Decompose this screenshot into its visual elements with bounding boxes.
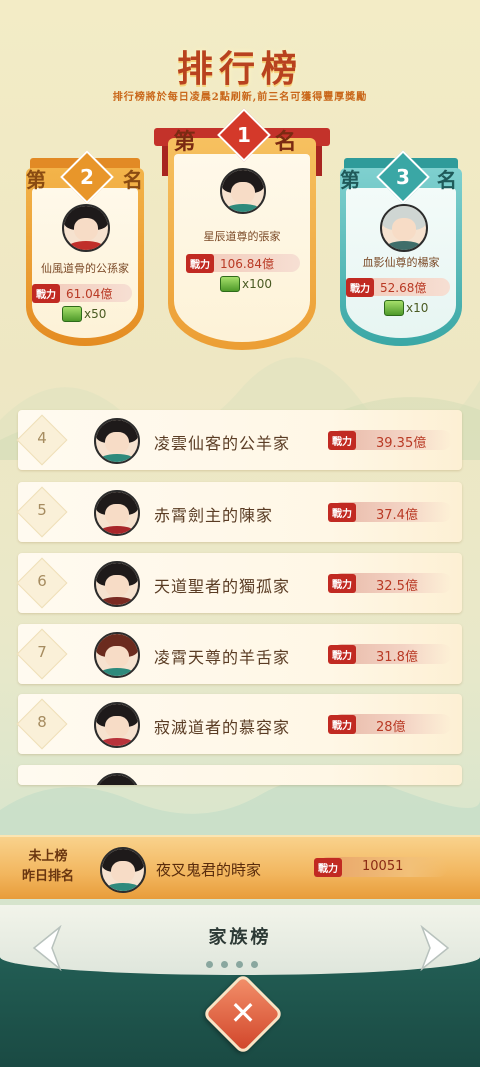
prev-arrow-icon[interactable] <box>30 925 64 971</box>
page-indicator <box>206 961 258 968</box>
my-rank-status: 未上榜 昨日排名 <box>21 849 74 884</box>
family-name: 赤霄劍主的陳家 <box>154 506 274 525</box>
power-display: 戰力 32.5億 <box>328 573 452 594</box>
power-display: 戰力 31.8億 <box>328 644 452 665</box>
power-display: 戰力 37.4億 <box>328 502 452 523</box>
podium-card-rank-2[interactable]: 第 名 2 仙風道骨的公孫家 戰力 61.04億 x50 <box>26 150 144 346</box>
avatar <box>94 773 140 785</box>
list-item[interactable]: 8 寂滅道者的慕容家 戰力 28億 <box>16 694 462 754</box>
power-display: 戰力 106.84億 <box>186 253 300 273</box>
family-name: 凌霄天尊的羊舌家 <box>154 648 291 667</box>
jade-reward-icon <box>62 306 82 322</box>
rank-number: 6 <box>37 572 47 590</box>
podium-card-rank-3[interactable]: 第 名 3 血影仙尊的楊家 戰力 52.68億 x10 <box>340 150 462 346</box>
list-item[interactable]: 5 赤霄劍主的陳家 戰力 37.4億 <box>16 482 462 542</box>
jade-reward-icon <box>384 300 404 316</box>
list-item[interactable]: 4 凌雲仙客的公羊家 戰力 39.35億 <box>16 410 462 470</box>
list-item-partial[interactable] <box>18 765 462 785</box>
reward-info: x50 <box>62 306 106 322</box>
avatar <box>94 490 140 536</box>
rank-number: 8 <box>37 713 47 731</box>
family-name: 天道聖者的獨孤家 <box>154 577 291 596</box>
power-display: 戰力 61.04億 <box>32 283 132 303</box>
avatar <box>380 204 428 252</box>
avatar <box>94 561 140 607</box>
page-dot <box>236 961 243 968</box>
family-name: 血影仙尊的楊家 <box>362 256 440 269</box>
avatar <box>94 632 140 678</box>
page-dot <box>251 961 258 968</box>
list-item[interactable]: 7 凌霄天尊的羊舌家 戰力 31.8億 <box>16 624 462 684</box>
avatar <box>94 418 140 464</box>
rank-number: 5 <box>37 501 47 519</box>
avatar <box>94 702 140 748</box>
family-name: 寂滅道者的慕容家 <box>154 718 291 737</box>
rank-number: 4 <box>37 429 47 447</box>
my-family-name: 夜叉鬼君的時家 <box>156 861 262 879</box>
page-title: 排行榜 <box>176 48 303 90</box>
rank-number: 7 <box>37 643 47 661</box>
page-dot <box>206 961 213 968</box>
page-dot <box>221 961 228 968</box>
next-arrow-icon[interactable] <box>418 925 452 971</box>
power-display: 戰力 52.68億 <box>346 277 450 297</box>
power-display: 戰力 39.35億 <box>328 430 452 451</box>
avatar <box>62 204 110 252</box>
jade-reward-icon <box>220 276 240 292</box>
family-name: 凌雲仙客的公羊家 <box>154 434 291 453</box>
my-power-display: 戰力 10051 <box>314 857 448 877</box>
bottom-panel: 家族榜 ✕ <box>0 905 480 1067</box>
close-icon[interactable]: ✕ <box>214 987 272 1039</box>
reward-info: x10 <box>384 300 428 316</box>
current-tab-title: 家族榜 <box>208 927 272 948</box>
reward-info: x100 <box>220 276 272 292</box>
avatar <box>220 168 266 214</box>
my-avatar <box>100 847 146 893</box>
power-display: 戰力 28億 <box>328 714 452 735</box>
my-rank-bar: 未上榜 昨日排名 夜叉鬼君的時家 戰力 10051 <box>0 835 480 899</box>
family-name: 仙風道骨的公孫家 <box>41 262 129 275</box>
refresh-note: 排行榜將於每日凌晨2點刷新,前三名可獲得豐厚獎勵 <box>112 92 368 103</box>
list-item[interactable]: 6 天道聖者的獨孤家 戰力 32.5億 <box>16 553 462 613</box>
family-name: 星辰道尊的張家 <box>203 230 281 243</box>
podium-card-rank-1[interactable]: 第 名 1 星辰道尊的張家 戰力 106.84億 x100 <box>154 108 330 350</box>
